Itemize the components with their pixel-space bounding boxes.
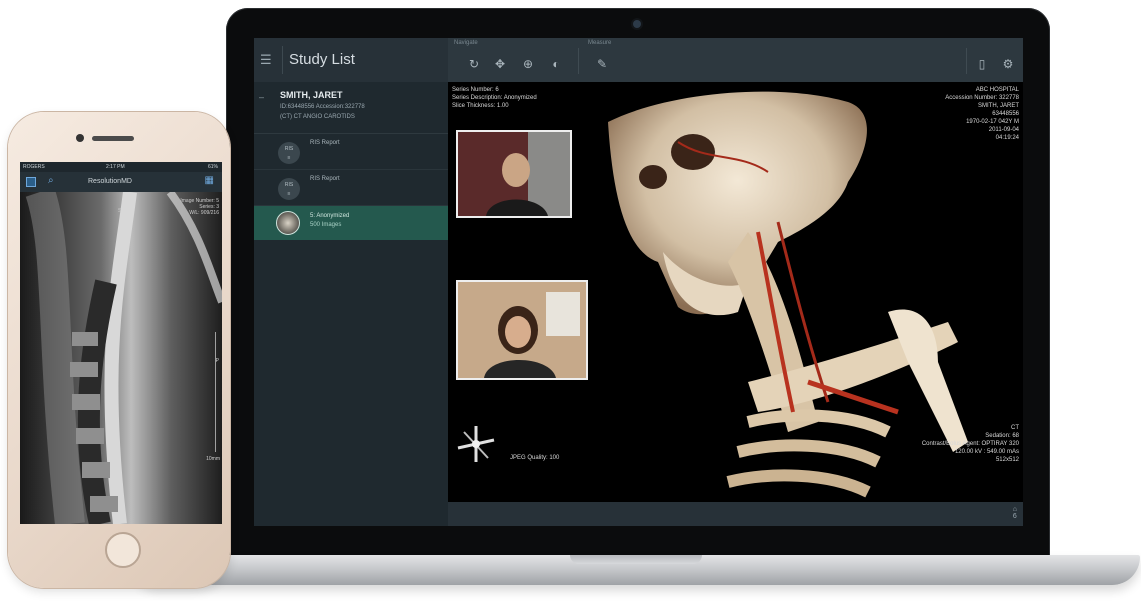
phone-screen: ROGERS 2:17 PM 61% ⌕ ResolutionMD ▦ Imag… xyxy=(20,162,222,524)
hospital-name: ABC HOSPITAL xyxy=(975,87,1019,93)
clock: 2:17 PM xyxy=(106,164,125,170)
series-thumbnail xyxy=(276,211,300,235)
phone: ROGERS 2:17 PM 61% ⌕ ResolutionMD ▦ Imag… xyxy=(8,112,230,588)
series-number: Series Number: 6 xyxy=(452,87,499,93)
toolbar-separator xyxy=(966,48,967,74)
accession-number: Accession Number: 322778 xyxy=(945,95,1019,101)
status-bar: ROGERS 2:17 PM 61% xyxy=(20,162,222,172)
navigate-label: Navigate xyxy=(454,40,478,46)
report-label: RIS Report xyxy=(310,140,340,146)
video-call-tile[interactable] xyxy=(456,280,588,380)
settings-icon[interactable]: ⚙ xyxy=(1000,56,1016,72)
report-label: RIS Report xyxy=(310,176,340,182)
sidebar-toggle-icon[interactable] xyxy=(26,177,36,187)
overlay-bottom-right: CT Sedation: 68 Contrast/Bolus Agent: OP… xyxy=(922,424,1019,464)
orientation-marker-p: P xyxy=(215,358,219,364)
app-title: ResolutionMD xyxy=(88,178,132,185)
series-description: Series Description: Anonymized xyxy=(452,95,537,101)
laptop-notch xyxy=(570,555,702,564)
search-icon[interactable]: ⌕ xyxy=(48,175,54,186)
phone-camera xyxy=(76,134,84,142)
patient-dob: 1970-02-17 042Y M xyxy=(966,119,1019,125)
laptop-base xyxy=(130,555,1140,585)
list-item[interactable]: RIS ≡ RIS Report xyxy=(254,170,448,206)
patient-entry[interactable]: – SMITH, JARET ID:63448556 Accession:322… xyxy=(254,82,448,134)
contrast-agent: Contrast/Bolus Agent: OPTIRAY 320 xyxy=(921,441,1019,447)
study-list-title: Study List xyxy=(289,51,355,68)
toolbar: Navigate ↻ ✥ ⊕ ◐ Measure ✎ ▯ ⚙ xyxy=(448,38,1023,82)
laptop-screen: ☰ Study List Navigate ↻ ✥ ⊕ ◐ Measure ✎ … xyxy=(254,38,1023,526)
orientation-marker-s: S xyxy=(118,208,122,214)
viewport-footer: ⌂ 6 xyxy=(448,502,1023,526)
scale-bar xyxy=(215,332,216,452)
exposure: 120.00 kV : 549.00 mAs xyxy=(954,449,1019,455)
overlay-top-left: Series Number: 6 Series Description: Ano… xyxy=(452,86,537,110)
patient-name-overlay: SMITH, JARET xyxy=(977,103,1019,109)
carrier: ROGERS xyxy=(23,164,45,170)
participant-video xyxy=(458,282,586,378)
grid-icon[interactable]: ▦ xyxy=(205,176,214,186)
series-title: 5: Anonymized xyxy=(310,213,350,219)
battery: 61% xyxy=(207,164,218,170)
device-icon[interactable]: ▯ xyxy=(974,56,990,72)
home-button[interactable] xyxy=(105,532,141,568)
rotate-icon[interactable]: ↻ xyxy=(466,56,482,72)
participant-video xyxy=(458,132,570,216)
image-viewport[interactable]: Series Number: 6 Series Description: Ano… xyxy=(448,82,1023,502)
patient-id-overlay: 63448556 xyxy=(992,111,1019,117)
scale-label: 10mm xyxy=(206,456,220,462)
zoom-icon[interactable]: ⊕ xyxy=(520,56,536,72)
slice-thickness: Slice Thickness: 1.00 xyxy=(452,103,509,109)
toolbar-separator xyxy=(578,48,579,74)
ris-report-icon: RIS ≡ xyxy=(278,142,300,164)
layout-icon[interactable]: ⌂ 6 xyxy=(1013,506,1017,520)
sedation: Sedation: 68 xyxy=(985,433,1019,439)
header-divider xyxy=(282,46,283,74)
study-time: 04:19:24 xyxy=(995,135,1019,141)
video-call-tile[interactable] xyxy=(456,130,572,218)
phone-nav-bar: ⌕ ResolutionMD ▦ xyxy=(20,172,222,192)
study-date: 2011-09-04 xyxy=(988,127,1019,133)
matrix-size: 512x512 xyxy=(995,457,1019,463)
collapse-icon[interactable]: – xyxy=(259,92,264,102)
webcam xyxy=(633,20,641,28)
selected-series[interactable]: 5: Anonymized 500 Images xyxy=(254,206,448,240)
window-level-icon[interactable]: ◐ xyxy=(548,56,564,72)
pan-icon[interactable]: ✥ xyxy=(492,56,508,72)
study-description: (CT) CT ANGIO CAROTIDS xyxy=(280,114,355,120)
phone-speaker xyxy=(92,136,134,141)
mri-spine-image[interactable] xyxy=(20,192,222,524)
orientation-axis-icon[interactable] xyxy=(452,420,500,468)
ruler-icon[interactable]: ✎ xyxy=(594,56,610,72)
patient-name: SMITH, JARET xyxy=(280,90,343,100)
overlay-top-right: ABC HOSPITAL Accession Number: 322778 SM… xyxy=(945,86,1019,142)
patient-ids: ID:63448556 Accession:322778 xyxy=(280,104,365,110)
measure-label: Measure xyxy=(588,40,612,46)
window-level: W/L: 909/216 xyxy=(189,210,219,216)
list-item[interactable]: RIS ≡ RIS Report xyxy=(254,134,448,170)
study-list-icon[interactable]: ☰ xyxy=(260,53,274,67)
modality: CT xyxy=(1011,425,1019,431)
jpeg-quality: JPEG Quality: 100 xyxy=(510,455,560,461)
laptop: ☰ Study List Navigate ↻ ✥ ⊕ ◐ Measure ✎ … xyxy=(226,8,1050,556)
image-info-overlay: Image Number: 5 Series: 3 W/L: 909/216 xyxy=(180,198,219,216)
study-list-panel: – SMITH, JARET ID:63448556 Accession:322… xyxy=(254,82,448,526)
ris-report-icon: RIS ≡ xyxy=(278,178,300,200)
series-image-count: 500 Images xyxy=(310,222,342,228)
